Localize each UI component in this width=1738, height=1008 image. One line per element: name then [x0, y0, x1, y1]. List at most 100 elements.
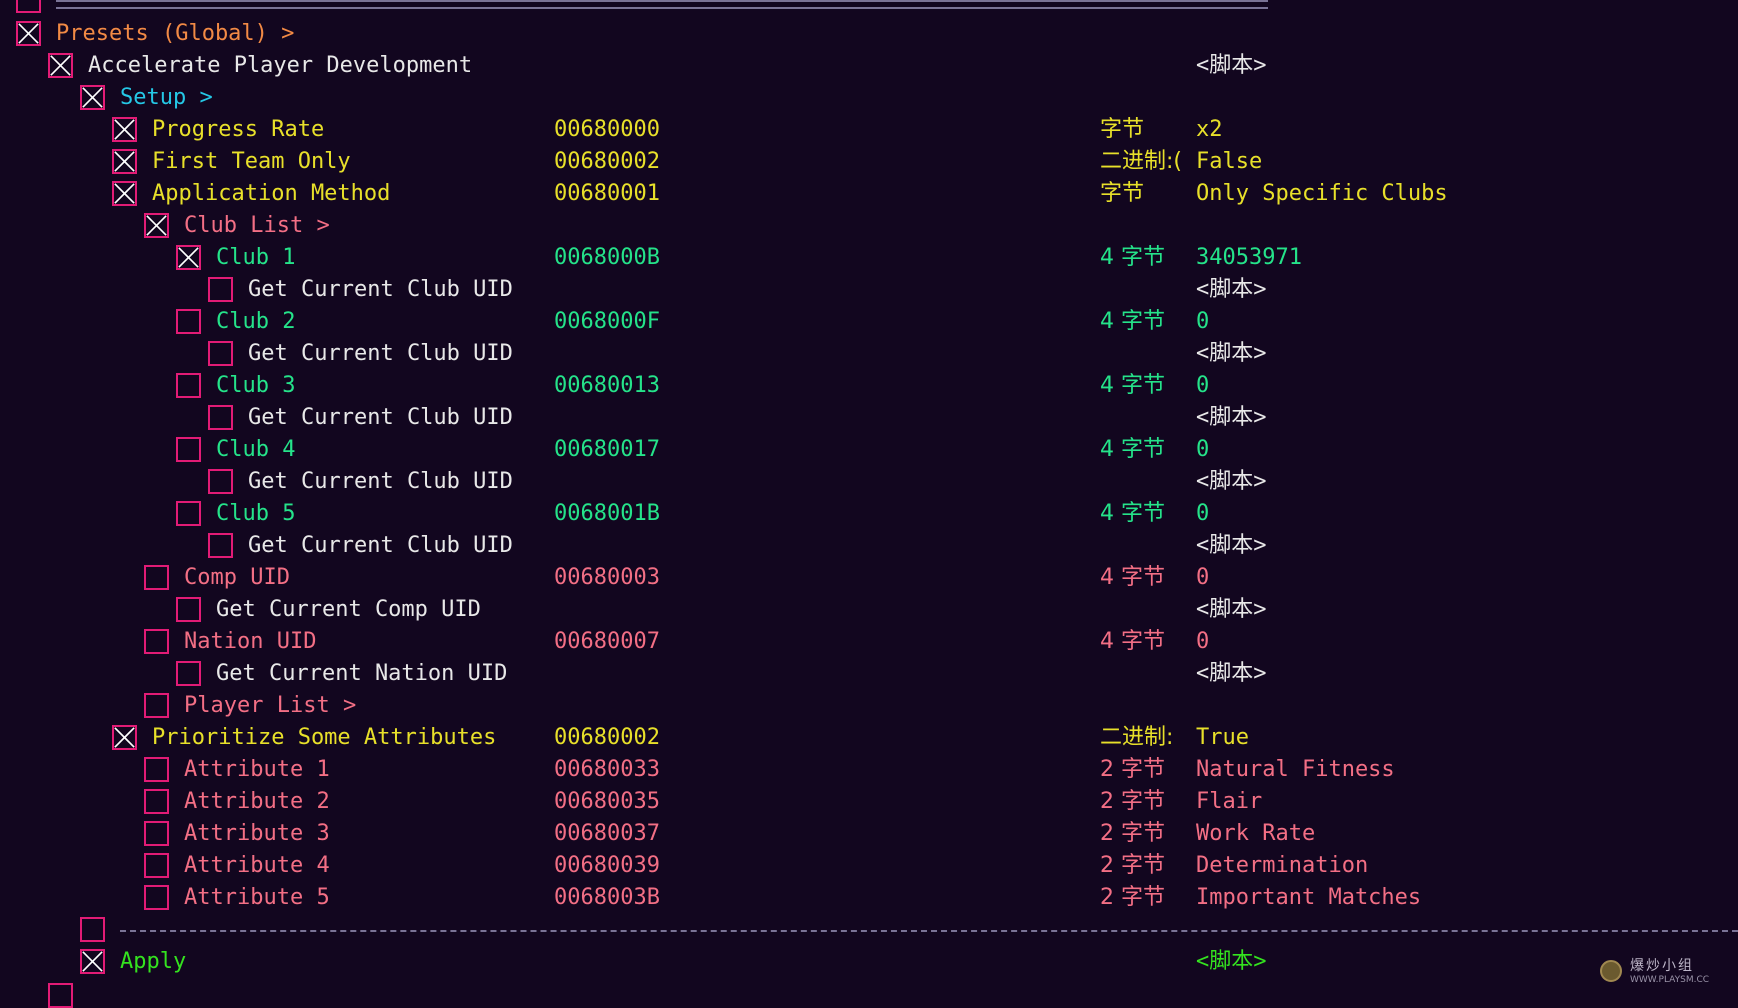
checkbox-get-current-club-uid-4[interactable]: [208, 469, 233, 494]
row-club-5[interactable]: Club 5 0068001B 4 字节 0: [0, 498, 1738, 530]
row-get-current-club-uid-1[interactable]: Get Current Club UID <脚本>: [0, 274, 1738, 306]
description-get-current-nation-uid: Get Current Nation UID: [216, 661, 508, 686]
value-get-current-comp-uid: <脚本>: [1196, 597, 1267, 622]
checkbox-get-current-nation-uid[interactable]: [176, 661, 201, 686]
top-partial-checkbox[interactable]: [16, 0, 41, 13]
type-club-5: 4 字节: [1100, 501, 1165, 526]
row-club-3[interactable]: Club 3 00680013 4 字节 0: [0, 370, 1738, 402]
row-player-list[interactable]: Player List >: [0, 690, 1738, 722]
checkbox-club-1[interactable]: [176, 245, 201, 270]
description-club-4: Club 4: [216, 437, 296, 462]
description-get-current-club-uid-5: Get Current Club UID: [248, 533, 513, 558]
row-club-1[interactable]: Club 1 0068000B 4 字节 34053971: [0, 242, 1738, 274]
checkbox-separator[interactable]: [80, 917, 105, 942]
value-attribute-5: Important Matches: [1196, 885, 1422, 910]
value-application-method: Only Specific Clubs: [1196, 181, 1448, 206]
value-get-current-club-uid-5: <脚本>: [1196, 533, 1267, 558]
checkbox-presets-global[interactable]: [16, 21, 41, 46]
checkbox-get-current-club-uid-2[interactable]: [208, 341, 233, 366]
row-get-current-comp-uid[interactable]: Get Current Comp UID <脚本>: [0, 594, 1738, 626]
row-apply[interactable]: Apply <脚本>: [0, 946, 1738, 978]
value-accelerate-player-development: <脚本>: [1196, 53, 1267, 78]
checkbox-player-list[interactable]: [144, 693, 169, 718]
row-club-4[interactable]: Club 4 00680017 4 字节 0: [0, 434, 1738, 466]
value-club-4: 0: [1196, 437, 1210, 462]
description-first-team-only: First Team Only: [152, 149, 351, 174]
checkbox-get-current-comp-uid[interactable]: [176, 597, 201, 622]
row-get-current-club-uid-4[interactable]: Get Current Club UID <脚本>: [0, 466, 1738, 498]
description-club-list: Club List >: [184, 213, 330, 238]
description-club-1: Club 1: [216, 245, 296, 270]
value-attribute-4: Determination: [1196, 853, 1369, 878]
checkbox-club-list[interactable]: [144, 213, 169, 238]
row-attribute-5[interactable]: Attribute 5 0068003B 2 字节 Important Matches: [0, 882, 1738, 914]
type-application-method: 字节: [1100, 181, 1145, 206]
checkbox-application-method[interactable]: [112, 181, 137, 206]
top-separator-line: [56, 0, 1268, 9]
row-club-2[interactable]: Club 2 0068000F 4 字节 0: [0, 306, 1738, 338]
row-setup[interactable]: Setup >: [0, 82, 1738, 114]
checkbox-club-2[interactable]: [176, 309, 201, 334]
row-club-list[interactable]: Club List >: [0, 210, 1738, 242]
description-club-5: Club 5: [216, 501, 296, 526]
checkbox-club-4[interactable]: [176, 437, 201, 462]
checkbox-attribute-2[interactable]: [144, 789, 169, 814]
checkbox-progress-rate[interactable]: [112, 117, 137, 142]
row-get-current-club-uid-5[interactable]: Get Current Club UID <脚本>: [0, 530, 1738, 562]
address-attribute-3: 00680037: [554, 821, 660, 846]
type-attribute-5: 2 字节: [1100, 885, 1165, 910]
checkbox-apply[interactable]: [80, 949, 105, 974]
checkbox-get-current-club-uid-1[interactable]: [208, 277, 233, 302]
row-attribute-1[interactable]: Attribute 1 00680033 2 字节 Natural Fitness: [0, 754, 1738, 786]
address-comp-uid: 00680003: [554, 565, 660, 590]
checkbox-club-5[interactable]: [176, 501, 201, 526]
checkbox-attribute-5[interactable]: [144, 885, 169, 910]
check-cross-icon: [82, 951, 103, 972]
checkbox-attribute-4[interactable]: [144, 853, 169, 878]
separator-dashed-line: [120, 930, 1738, 932]
row-application-method[interactable]: Application Method 00680001 字节 Only Specifi…: [0, 178, 1738, 210]
checkbox-club-3[interactable]: [176, 373, 201, 398]
row-progress-rate[interactable]: Progress Rate 00680000 字节 x2: [0, 114, 1738, 146]
row-presets-global[interactable]: Presets (Global) >: [0, 18, 1738, 50]
row-attribute-4[interactable]: Attribute 4 00680039 2 字节 Determination: [0, 850, 1738, 882]
checkbox-attribute-3[interactable]: [144, 821, 169, 846]
checkbox-get-current-club-uid-3[interactable]: [208, 405, 233, 430]
address-progress-rate: 00680000: [554, 117, 660, 142]
row-attribute-2[interactable]: Attribute 2 00680035 2 字节 Flair: [0, 786, 1738, 818]
checkbox-get-current-club-uid-5[interactable]: [208, 533, 233, 558]
row-comp-uid[interactable]: Comp UID 00680003 4 字节 0: [0, 562, 1738, 594]
value-get-current-club-uid-4: <脚本>: [1196, 469, 1267, 494]
row-get-current-club-uid-2[interactable]: Get Current Club UID <脚本>: [0, 338, 1738, 370]
checkbox-setup[interactable]: [80, 85, 105, 110]
value-prioritize-some-attributes: True: [1196, 725, 1249, 750]
checkbox-nation-uid[interactable]: [144, 629, 169, 654]
row-accelerate-player-development[interactable]: Accelerate Player Development <脚本>: [0, 50, 1738, 82]
row-get-current-nation-uid[interactable]: Get Current Nation UID <脚本>: [0, 658, 1738, 690]
row-prioritize-some-attributes[interactable]: Prioritize Some Attributes 00680002 二进制: Tr…: [0, 722, 1738, 754]
address-club-4: 00680017: [554, 437, 660, 462]
checkbox-attribute-1[interactable]: [144, 757, 169, 782]
type-comp-uid: 4 字节: [1100, 565, 1165, 590]
checkbox-prioritize-some-attributes[interactable]: [112, 725, 137, 750]
type-attribute-2: 2 字节: [1100, 789, 1165, 814]
description-attribute-4: Attribute 4: [184, 853, 330, 878]
checkbox-comp-uid[interactable]: [144, 565, 169, 590]
checkbox-first-team-only[interactable]: [112, 149, 137, 174]
type-first-team-only: 二进制:(: [1100, 149, 1182, 174]
description-accelerate-player-development: Accelerate Player Development: [88, 53, 473, 78]
description-application-method: Application Method: [152, 181, 391, 206]
description-player-list: Player List >: [184, 693, 357, 718]
row-separator[interactable]: [0, 914, 1738, 946]
address-club-2: 0068000F: [554, 309, 660, 334]
bottom-partial-checkbox[interactable]: [48, 983, 73, 1008]
row-nation-uid[interactable]: Nation UID 00680007 4 字节 0: [0, 626, 1738, 658]
description-presets-global: Presets (Global) >: [56, 21, 295, 46]
watermark: 爆炒小组 WWW.PLAYSM.CC: [1600, 953, 1732, 993]
row-get-current-club-uid-3[interactable]: Get Current Club UID <脚本>: [0, 402, 1738, 434]
checkbox-accelerate-player-development[interactable]: [48, 53, 73, 78]
address-application-method: 00680001: [554, 181, 660, 206]
row-attribute-3[interactable]: Attribute 3 00680037 2 字节 Work Rate: [0, 818, 1738, 850]
row-first-team-only[interactable]: First Team Only 00680002 二进制:(False: [0, 146, 1738, 178]
type-club-2: 4 字节: [1100, 309, 1165, 334]
